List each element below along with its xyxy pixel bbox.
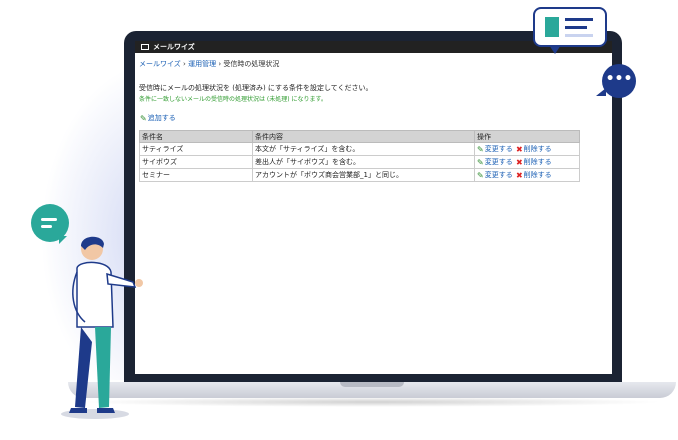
- page-description: 受信時にメールの処理状況を (処理済み) にする条件を設定してください。: [139, 84, 373, 92]
- laptop-shadow: [80, 397, 664, 407]
- breadcrumb-admin[interactable]: 運用管理: [188, 60, 216, 68]
- edit-label: 変更する: [484, 171, 513, 179]
- app-title: メールワイズ: [153, 43, 195, 51]
- bubble-tail: [596, 88, 606, 96]
- presenter-illustration: [61, 236, 143, 419]
- add-label: 追加する: [147, 114, 176, 122]
- cell-actions: ✎ 変更する ✖ 削除する: [474, 142, 580, 156]
- breadcrumb-separator: ›: [183, 60, 186, 68]
- delete-link[interactable]: ✖ 削除する: [515, 170, 552, 180]
- breadcrumb-home[interactable]: メールワイズ: [139, 60, 181, 68]
- edit-label: 変更する: [484, 158, 513, 166]
- add-condition-link[interactable]: ✎ 追加する: [140, 113, 612, 123]
- pencil-icon: ✎: [477, 170, 484, 180]
- pencil-icon: ✎: [477, 144, 484, 154]
- pencil-icon: ✎: [140, 113, 147, 123]
- edit-link[interactable]: ✎ 変更する: [477, 157, 513, 167]
- edit-link[interactable]: ✎ 変更する: [477, 144, 513, 154]
- x-icon: ✖: [515, 144, 523, 154]
- cell-condition: 本文が「サティライズ」を含む。: [252, 142, 475, 156]
- bubble-line: [41, 225, 52, 228]
- bubble-line: [41, 218, 57, 221]
- cell-condition: 差出人が「サイボウズ」を含む。: [252, 155, 475, 169]
- delete-label: 削除する: [523, 145, 552, 153]
- cell-actions: ✎ 変更する ✖ 削除する: [474, 168, 580, 182]
- delete-link[interactable]: ✖ 削除する: [515, 144, 552, 154]
- page-note: 条件に一致しないメールの受信時の処理状況は (未処理) になります。: [139, 96, 327, 103]
- header-name: 条件名: [139, 130, 253, 143]
- conditions-table: 条件名 条件内容 操作 サティライズ 本文が「サティライズ」を含む。 ✎ 変更する…: [139, 130, 580, 182]
- header-condition: 条件内容: [252, 130, 475, 143]
- document-bubble-icon: [533, 7, 607, 54]
- cell-name: サイボウズ: [139, 155, 253, 169]
- logo-icon: [141, 44, 149, 50]
- bubble-line: [565, 34, 593, 37]
- delete-label: 削除する: [523, 158, 552, 166]
- ellipsis-icon: •••: [596, 64, 636, 98]
- cell-name: セミナー: [139, 168, 253, 182]
- delete-link[interactable]: ✖ 削除する: [515, 157, 552, 167]
- x-icon: ✖: [515, 170, 523, 180]
- table-row: セミナー アカウントが「ボウズ商会営業部_1」と同じ。 ✎ 変更する ✖ 削除する: [139, 168, 580, 182]
- cell-actions: ✎ 変更する ✖ 削除する: [474, 155, 580, 169]
- app-screen: メールワイズ メールワイズ › 運用管理 › 受信時の処理状況 受信時にメールの…: [135, 41, 612, 374]
- breadcrumb: メールワイズ › 運用管理 › 受信時の処理状況: [139, 59, 612, 69]
- edit-label: 変更する: [484, 145, 513, 153]
- breadcrumb-current: 受信時の処理状況: [223, 60, 280, 68]
- bubble-tail: [549, 45, 561, 54]
- x-icon: ✖: [515, 157, 523, 167]
- cell-name: サティライズ: [139, 142, 253, 156]
- laptop-notch: [340, 382, 404, 387]
- table-row: サイボウズ 差出人が「サイボウズ」を含む。 ✎ 変更する ✖ 削除する: [139, 155, 580, 169]
- edit-link[interactable]: ✎ 変更する: [477, 170, 513, 180]
- breadcrumb-separator: ›: [218, 60, 222, 68]
- table-row: サティライズ 本文が「サティライズ」を含む。 ✎ 変更する ✖ 削除する: [139, 142, 580, 156]
- cell-condition: アカウントが「ボウズ商会営業部_1」と同じ。: [252, 168, 475, 182]
- bubble-line: [565, 26, 587, 29]
- header-actions: 操作: [474, 130, 580, 143]
- table-header-row: 条件名 条件内容 操作: [139, 130, 580, 143]
- pencil-icon: ✎: [477, 157, 484, 167]
- bubble-square: [545, 17, 559, 37]
- bubble-line: [565, 18, 593, 21]
- delete-label: 削除する: [523, 171, 552, 179]
